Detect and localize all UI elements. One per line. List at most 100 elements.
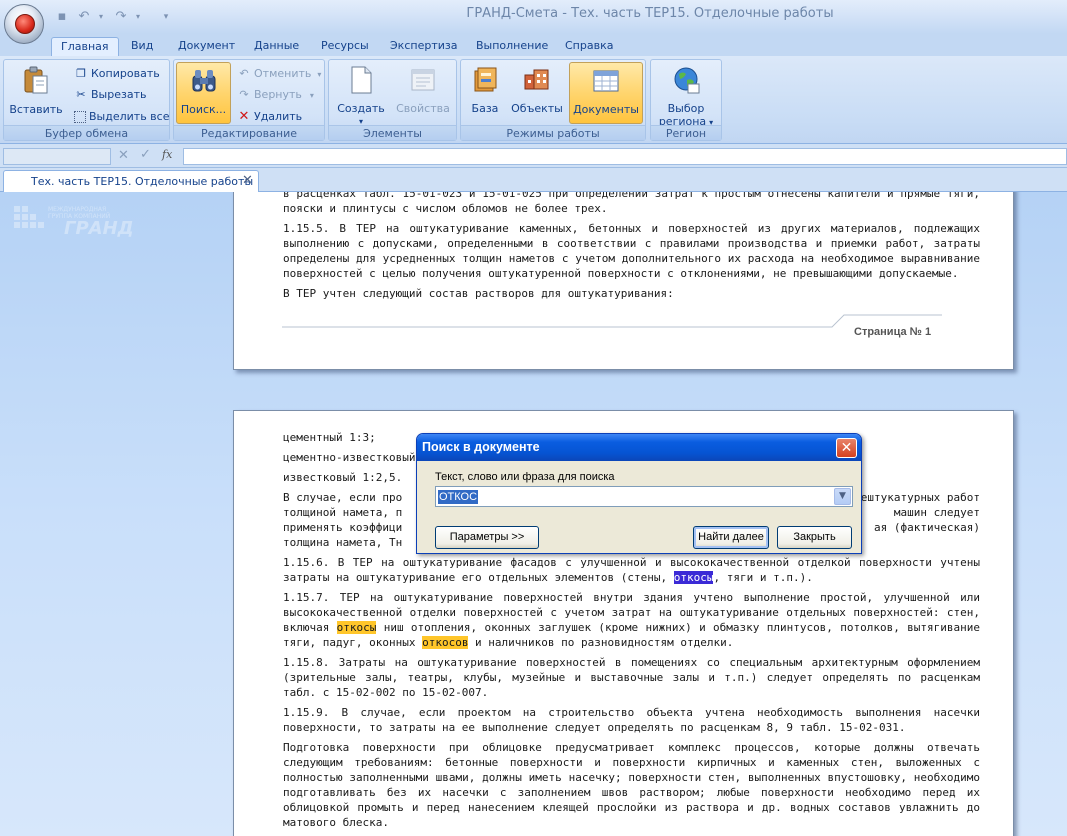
globe-icon: [671, 65, 701, 95]
undo-button[interactable]: ↶ Отменить ▾: [237, 65, 321, 83]
paragraph: 1.15.6. В ТЕР на оштукатуривание фасадов…: [283, 556, 980, 584]
base-label: База: [471, 102, 499, 115]
paragraph: Подготовка поверхности при облицовке пре…: [283, 741, 980, 829]
properties-label: Свойства: [396, 102, 450, 115]
group-work-modes: База Объекты Документы Режимы работы: [460, 59, 646, 141]
tab-execution[interactable]: Выполнение: [476, 37, 548, 56]
select-all-icon: [74, 111, 86, 123]
tab-resources[interactable]: Ресурсы: [321, 37, 369, 56]
scissors-icon: ✂: [76, 88, 86, 101]
select-region-label-1: Выбор: [667, 102, 705, 115]
confirm-icon[interactable]: ✓: [140, 147, 151, 162]
properties-icon: [408, 65, 438, 95]
customize-toolbar-icon[interactable]: ▾: [158, 9, 174, 25]
select-all-label: Выделить все: [89, 110, 170, 123]
cancel-icon[interactable]: ✕: [118, 148, 129, 163]
paragraph: в расценках табл. 15-01-023 и 15-01-025 …: [283, 192, 980, 215]
redo-dropdown-icon[interactable]: ▾: [130, 9, 146, 25]
group-editing: Поиск... ↶ Отменить ▾ ↷ Вернуть ▾ ✕ Удалить Р…: [173, 59, 325, 141]
dialog-close-icon[interactable]: ✕: [836, 438, 857, 458]
search-match-current: откосы: [673, 571, 714, 584]
paste-icon: [21, 65, 51, 95]
objects-button[interactable]: Объекты: [509, 62, 565, 124]
tab-data[interactable]: Данные: [254, 37, 299, 56]
undo-icon: ↶: [239, 67, 249, 80]
search-dialog: Поиск в документе ✕ Текст, слово или фра…: [416, 433, 862, 554]
group-caption-clipboard: Буфер обмена: [4, 125, 169, 140]
paragraph: 1.15.9. В случае, если проектом на строи…: [283, 706, 980, 734]
parameters-button[interactable]: Параметры >>: [435, 526, 539, 549]
save-icon[interactable]: ▪: [54, 9, 70, 25]
ribbon: Вставить ❐ Копировать ✂ Вырезать Выделить …: [0, 56, 1067, 144]
redo-label: Вернуть: [254, 88, 302, 101]
app-logo-icon: [15, 14, 35, 34]
tab-home[interactable]: Главная: [51, 37, 119, 56]
select-region-button[interactable]: Выбор региона ▾: [654, 62, 718, 128]
group-elements: Создать ▾ Свойства Элементы: [328, 59, 457, 141]
paste-button[interactable]: Вставить: [7, 62, 65, 124]
group-caption-work-modes: Режимы работы: [461, 125, 645, 140]
search-match: откосов: [422, 636, 469, 649]
paragraph: 1.15.7. ТЕР на оштукатуривание поверхнос…: [283, 591, 981, 649]
documents-button[interactable]: Документы: [569, 62, 643, 124]
document-tabs: Тех. часть ТЕР15. Отделочные работы ✕: [0, 168, 1067, 192]
create-label: Создать: [337, 102, 385, 115]
paste-label: Вставить: [9, 103, 63, 116]
group-clipboard: Вставить ❐ Копировать ✂ Вырезать Выделить …: [3, 59, 170, 141]
delete-x-icon: ✕: [238, 109, 250, 124]
group-caption-elements: Элементы: [329, 125, 456, 140]
formula-bar: ✕ ✓ fx: [0, 144, 1067, 168]
objects-label: Объекты: [511, 102, 563, 115]
undo-icon[interactable]: ↶: [76, 9, 92, 25]
find-next-button[interactable]: Найти далее: [693, 526, 769, 549]
objects-icon: [522, 65, 552, 95]
document-tab-label: Тех. часть ТЕР15. Отделочные работы: [31, 175, 254, 188]
paragraph: 1.15.8. Затраты на оштукатуривание повер…: [283, 656, 980, 699]
undo-label: Отменить: [254, 67, 312, 80]
copy-button[interactable]: ❐ Копировать: [74, 65, 160, 83]
tab-document[interactable]: Документ: [178, 37, 235, 56]
database-icon: [470, 65, 500, 95]
tab-help[interactable]: Справка: [565, 37, 613, 56]
documents-label: Документы: [573, 103, 639, 116]
undo-dropdown-icon[interactable]: ▾: [93, 9, 109, 25]
delete-button[interactable]: ✕ Удалить: [237, 108, 303, 126]
search-button[interactable]: Поиск...: [176, 62, 231, 124]
group-region: Выбор региона ▾ Регион: [650, 59, 722, 141]
chevron-down-icon[interactable]: ▼: [834, 488, 851, 505]
document-tab[interactable]: Тех. часть ТЕР15. Отделочные работы ✕: [3, 170, 259, 192]
name-box[interactable]: [3, 148, 111, 165]
close-tab-icon[interactable]: ✕: [242, 173, 253, 188]
cut-label: Вырезать: [91, 88, 147, 101]
page-number: Страница № 1: [854, 326, 932, 338]
app-menu-button[interactable]: [4, 4, 44, 44]
tab-expertise[interactable]: Экспертиза: [390, 37, 457, 56]
dialog-title: Поиск в документе: [417, 434, 861, 461]
search-label: Поиск...: [180, 103, 227, 116]
page-1-text: в расценках табл. 15-01-023 и 15-01-025 …: [283, 192, 980, 306]
close-button[interactable]: Закрыть: [777, 526, 852, 549]
redo-icon[interactable]: ↷: [113, 9, 129, 25]
properties-button[interactable]: Свойства: [393, 62, 453, 124]
redo-button[interactable]: ↷ Вернуть ▾: [237, 86, 314, 104]
paragraph: В ТЕР учтен следующий состав растворов д…: [283, 287, 674, 300]
document-page-1: в расценках табл. 15-01-023 и 15-01-025 …: [233, 192, 1014, 370]
search-match: откосы: [336, 621, 377, 634]
group-caption-region: Регион: [651, 125, 721, 140]
ribbon-tabs: Главная Вид Документ Данные Ресурсы Эксп…: [0, 34, 1067, 56]
grand-logo: МЕЖДУНАРОДНАЯ ГРУППА КОМПАНИЙ ГРАНД: [14, 204, 134, 239]
function-icon[interactable]: fx: [162, 148, 172, 161]
copy-icon: ❐: [76, 67, 86, 80]
tab-view[interactable]: Вид: [131, 37, 153, 56]
search-input[interactable]: ОТКОС ▼: [435, 486, 853, 507]
select-all-button[interactable]: Выделить все: [74, 108, 169, 126]
search-input-value: ОТКОС: [438, 490, 479, 504]
binoculars-icon: [189, 66, 219, 96]
search-field-label: Текст, слово или фраза для поиска: [435, 471, 615, 483]
create-button[interactable]: Создать ▾: [332, 62, 390, 126]
formula-input[interactable]: [183, 148, 1067, 165]
cut-button[interactable]: ✂ Вырезать: [74, 86, 146, 104]
title-bar: ▪ ↶ ▾ ↷ ▾ ▾ ГРАНД-Смета - Тех. часть ТЕР…: [0, 0, 1067, 34]
documents-table-icon: [591, 66, 621, 96]
base-button[interactable]: База: [464, 62, 506, 124]
